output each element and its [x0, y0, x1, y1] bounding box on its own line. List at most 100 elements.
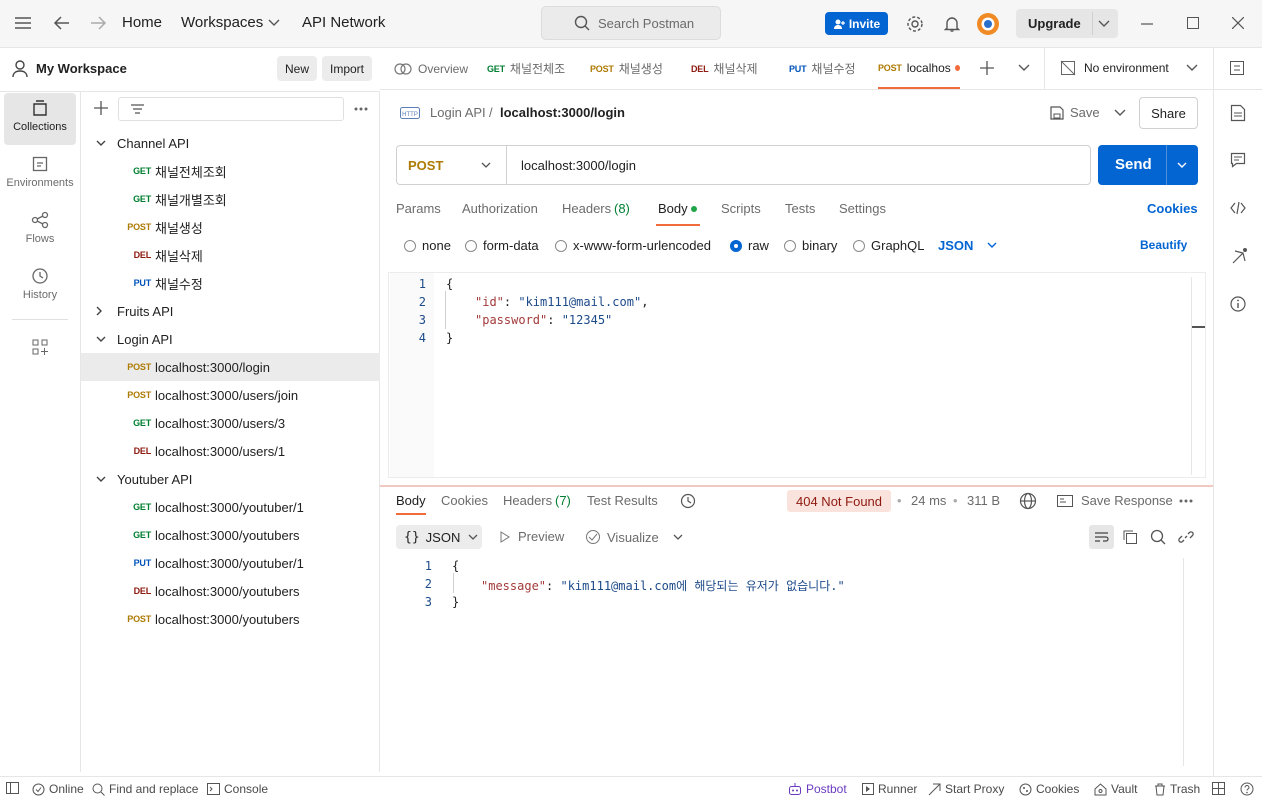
response-tab-headers[interactable]: Headers [503, 493, 552, 508]
chevron-down-icon[interactable] [673, 534, 683, 541]
response-body-viewer[interactable]: 1 2 3 { "message": "kim111@mail.com에 해당되… [388, 556, 1198, 768]
chevron-down-icon[interactable] [96, 476, 106, 483]
radio-none[interactable]: none [404, 238, 451, 253]
response-size[interactable]: 311 B [967, 493, 1000, 508]
tab-authorization[interactable]: Authorization [462, 201, 538, 216]
chevron-down-icon[interactable] [1098, 20, 1110, 28]
collection-folder[interactable]: Youtuber API [81, 465, 380, 493]
tab-overview[interactable]: Overview [394, 48, 468, 89]
collection-folder[interactable]: Login API [81, 325, 380, 353]
response-resize-handle[interactable] [380, 485, 1213, 487]
cookies-link[interactable]: Cookies [1147, 201, 1198, 216]
environment-selector[interactable]: No environment [1060, 60, 1200, 76]
tab-request[interactable]: DEL 채널삭제 [691, 48, 758, 89]
search-bar[interactable]: Search Postman [541, 6, 721, 40]
maximize-icon[interactable] [1187, 17, 1199, 29]
layout-grid-icon[interactable] [1212, 782, 1229, 795]
response-tab-test-results[interactable]: Test Results [587, 493, 658, 508]
postbot-button[interactable]: Postbot [788, 782, 847, 796]
back-arrow-icon[interactable] [53, 15, 71, 31]
sidebar-item-collections[interactable]: Collections [4, 93, 76, 145]
console-button[interactable]: Console [207, 782, 268, 796]
request-item[interactable]: POST localhost:3000/users/join [81, 381, 380, 409]
request-item[interactable]: GET 채널개별조회 [81, 185, 380, 213]
status-badge[interactable]: 404 Not Found [787, 490, 892, 512]
tab-request[interactable]: POST 채널생성 [590, 48, 663, 89]
request-item[interactable]: PUT 채널수정 [81, 269, 380, 297]
menu-icon[interactable] [14, 16, 32, 30]
request-name[interactable]: localhost:3000/login [500, 105, 625, 120]
method-selector[interactable]: POST [396, 145, 506, 185]
environment-quick-look-icon[interactable] [1229, 60, 1245, 76]
send-button[interactable]: Send [1115, 156, 1152, 173]
upgrade-button[interactable]: Upgrade [1028, 16, 1081, 31]
nav-workspaces[interactable]: Workspaces [181, 14, 263, 31]
new-tab-icon[interactable] [980, 61, 994, 75]
request-item[interactable]: DEL localhost:3000/youtubers [81, 577, 380, 605]
workspace-name[interactable]: My Workspace [36, 61, 127, 76]
response-format-selector[interactable]: {} JSON [396, 525, 482, 549]
sidebar-item-flows[interactable]: Flows [4, 205, 76, 257]
code-snippet-icon[interactable] [1230, 200, 1246, 216]
online-status[interactable]: Online [32, 782, 84, 796]
tab-scripts[interactable]: Scripts [721, 201, 761, 216]
more-options-icon[interactable] [1179, 499, 1193, 503]
add-icon[interactable] [94, 101, 108, 115]
filter-input[interactable] [118, 97, 344, 121]
request-item[interactable]: POST localhost:3000/login [81, 353, 380, 381]
tab-params[interactable]: Params [396, 201, 441, 216]
tab-headers[interactable]: Headers [562, 201, 611, 216]
share-button[interactable]: Share [1139, 97, 1198, 129]
more-options-icon[interactable] [354, 107, 368, 111]
link-icon[interactable] [1178, 529, 1194, 545]
breadcrumb-collection[interactable]: Login API [430, 105, 486, 120]
info-icon[interactable] [1230, 296, 1246, 312]
visualize-button[interactable]: Visualize [585, 529, 659, 545]
tab-request-active[interactable]: POST localhos [878, 48, 960, 89]
radio-raw[interactable]: raw [730, 238, 769, 253]
cookies-button[interactable]: Cookies [1019, 782, 1079, 796]
response-tab-cookies[interactable]: Cookies [441, 493, 488, 508]
radio-graphql[interactable]: GraphQL [853, 238, 924, 253]
runner-button[interactable]: Runner [862, 782, 917, 796]
chevron-down-icon[interactable] [268, 19, 280, 27]
request-body-editor[interactable]: 1 2 3 4 { "id": "kim111@mail.com", "pass… [388, 272, 1206, 478]
collection-folder[interactable]: Fruits API [81, 297, 380, 325]
request-item[interactable]: GET localhost:3000/users/3 [81, 409, 380, 437]
chevron-right-icon[interactable] [96, 306, 106, 316]
save-response-button[interactable]: Save Response [1057, 493, 1173, 508]
save-options-chevron-icon[interactable] [1114, 109, 1126, 117]
collection-folder[interactable]: Channel API [81, 129, 380, 157]
beautify-link[interactable]: Beautify [1140, 238, 1187, 252]
request-item[interactable]: GET localhost:3000/youtuber/1 [81, 493, 380, 521]
comments-icon[interactable] [1230, 152, 1246, 168]
response-time[interactable]: 24 ms [911, 493, 946, 508]
tab-request[interactable]: PUT 채널수정 [789, 48, 856, 89]
chevron-down-icon[interactable] [1186, 64, 1198, 72]
documentation-icon[interactable] [1230, 104, 1246, 122]
new-button[interactable]: New [277, 56, 318, 81]
settings-gear-icon[interactable] [906, 15, 924, 33]
related-collections-icon[interactable] [1230, 248, 1248, 266]
globe-icon[interactable] [1019, 492, 1037, 510]
wrap-lines-icon[interactable] [1089, 525, 1114, 549]
notification-bell-icon[interactable] [944, 15, 960, 33]
request-item[interactable]: PUT localhost:3000/youtuber/1 [81, 549, 380, 577]
chevron-down-icon[interactable] [96, 140, 106, 147]
radio-binary[interactable]: binary [784, 238, 837, 253]
request-item[interactable]: POST 채널생성 [81, 213, 380, 241]
invite-button[interactable]: Invite [825, 12, 888, 35]
toggle-sidebar-icon[interactable] [6, 782, 23, 794]
search-icon[interactable] [1150, 529, 1166, 545]
request-item[interactable]: GET 채널전체조회 [81, 157, 380, 185]
import-button[interactable]: Import [322, 56, 373, 81]
vault-button[interactable]: Vault [1094, 782, 1137, 796]
configure-sidebar-icon[interactable] [32, 339, 48, 355]
close-icon[interactable] [1232, 17, 1244, 29]
chevron-down-icon[interactable] [96, 336, 106, 343]
tab-tests[interactable]: Tests [785, 201, 815, 216]
tab-body[interactable]: Body [658, 201, 688, 216]
help-icon[interactable] [1240, 782, 1258, 796]
copy-icon[interactable] [1122, 529, 1138, 545]
tab-settings[interactable]: Settings [839, 201, 886, 216]
